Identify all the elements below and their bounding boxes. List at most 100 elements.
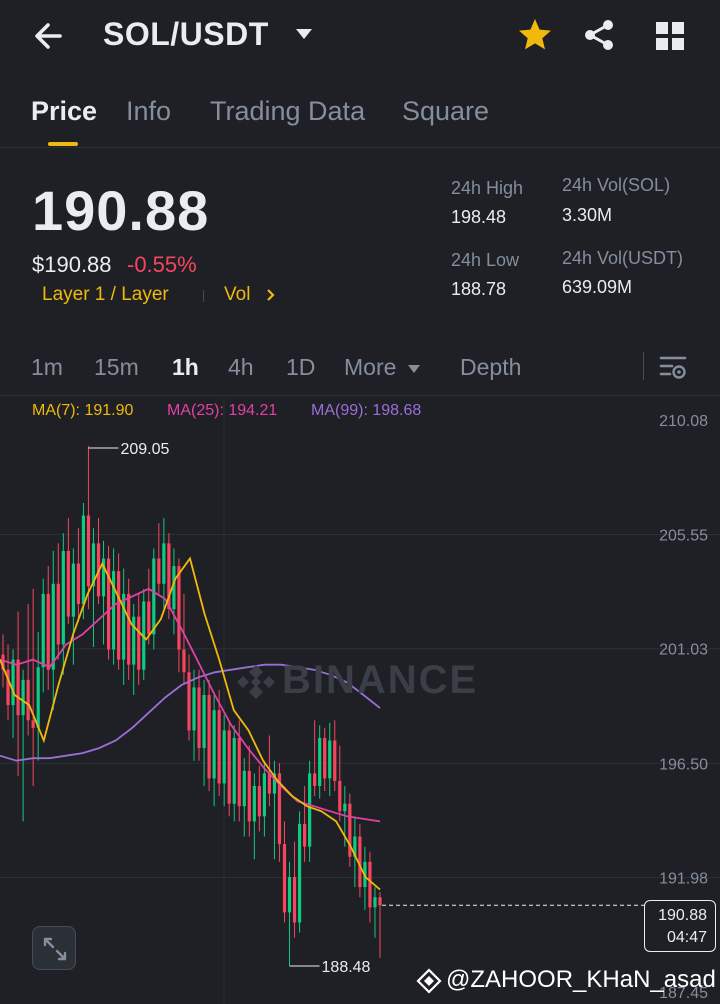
candle-body	[71, 563, 75, 617]
stat-high-value: 198.48	[451, 207, 507, 227]
stat-vol-usdt-value: 639.09M	[562, 277, 633, 297]
candle-body	[247, 770, 251, 822]
candle-body	[373, 897, 377, 908]
y-tick-label: 201.03	[659, 642, 708, 659]
candle-body	[217, 710, 221, 784]
low-annotation: 188.48	[322, 959, 371, 976]
ma7-label: MA(7): 191.90	[32, 402, 134, 419]
candle-body	[202, 695, 206, 749]
candle-body	[257, 785, 261, 817]
candle-body	[76, 563, 80, 605]
last-price: 190.88	[32, 179, 210, 242]
binance-square-logo-icon	[416, 968, 442, 994]
candle-body	[222, 730, 226, 784]
candle-body	[16, 659, 20, 716]
candle-body	[197, 687, 201, 749]
favorite-star-icon[interactable]	[516, 16, 554, 54]
candle-body	[21, 679, 25, 716]
candle-body	[127, 593, 131, 665]
last-price-tag-value: 190.88	[658, 907, 707, 924]
tab-price[interactable]: Price	[31, 96, 97, 127]
stat-low-label: 24h Low	[451, 250, 520, 270]
active-tab-indicator	[48, 142, 78, 146]
interval-1d[interactable]: 1D	[286, 354, 315, 381]
credit-handle: @ZAHOOR_KHaN_asad	[446, 966, 716, 993]
tab-square[interactable]: Square	[402, 96, 489, 127]
expand-icon	[43, 937, 67, 961]
candle-body	[36, 667, 40, 728]
tag-divider	[203, 290, 204, 302]
candle-body	[323, 737, 327, 779]
chart-settings-icon[interactable]	[658, 352, 688, 382]
candle-body	[177, 566, 181, 650]
chevron-right-icon	[266, 289, 275, 301]
caret-down-icon[interactable]	[295, 28, 313, 40]
depth-tab[interactable]: Depth	[460, 354, 521, 381]
candle-body	[267, 773, 272, 794]
candle-body	[318, 737, 322, 786]
candle-body	[26, 679, 30, 721]
candle-body	[297, 823, 302, 923]
stat-low-value: 188.78	[451, 279, 507, 299]
interval-more[interactable]: More	[344, 354, 421, 381]
candle-body	[237, 737, 241, 807]
candle-body	[338, 780, 342, 812]
candle-body	[137, 616, 141, 670]
candle-body	[147, 601, 151, 635]
vol-link[interactable]: Vol	[224, 284, 278, 306]
candle-countdown: 04:47	[666, 929, 707, 946]
price-change: -0.55%	[127, 252, 197, 277]
pair-title[interactable]: SOL/USDT	[103, 16, 269, 53]
price-usd: $190.88	[32, 252, 112, 277]
candle-body	[192, 687, 196, 731]
category-tag[interactable]: Layer 1 / Layer	[42, 284, 169, 306]
candle-body	[86, 515, 91, 587]
candle-body	[41, 593, 45, 668]
candle-body	[162, 543, 166, 584]
candle-body	[227, 730, 231, 804]
interval-1h[interactable]: 1h	[172, 354, 199, 381]
back-arrow-icon[interactable]	[30, 18, 70, 54]
y-tick-label: 191.98	[659, 870, 708, 887]
candle-body	[313, 773, 317, 786]
interval-1m[interactable]: 1m	[31, 354, 63, 381]
interval-15m[interactable]: 15m	[94, 354, 139, 381]
stat-vol-usdt-label: 24h Vol(USDT)	[562, 248, 684, 268]
tab-info[interactable]: Info	[126, 96, 171, 127]
watermark-text: BINANCE	[282, 658, 479, 702]
interval-divider	[643, 352, 644, 380]
candle-body	[292, 876, 297, 923]
candle-body	[333, 740, 337, 781]
top-bar: SOL/USDT	[0, 0, 720, 76]
candle-body	[106, 558, 111, 650]
interval-selector: 1m 15m 1h 4h 1D More Depth	[0, 340, 720, 396]
candle-body	[81, 515, 86, 605]
ma25-label: MA(25): 194.21	[167, 402, 278, 419]
caret-down-icon	[407, 364, 420, 373]
stat-high-label: 24h High	[451, 178, 524, 198]
main-tabs: Price Info Trading Data Square	[0, 90, 720, 148]
candle-body	[328, 740, 332, 779]
candle-body	[182, 649, 186, 673]
interval-more-label: More	[344, 354, 397, 380]
stat-vol-sol-label: 24h Vol(SOL)	[562, 175, 671, 195]
candle-body	[132, 616, 136, 665]
ma-legend: MA(7): 191.90 MA(25): 194.21 MA(99): 198…	[0, 398, 720, 428]
candle-body	[287, 876, 292, 913]
share-icon[interactable]	[582, 18, 616, 52]
candle-body	[252, 785, 256, 822]
y-tick-label: 196.50	[659, 756, 708, 773]
fullscreen-button[interactable]	[32, 926, 76, 970]
tab-trading-data[interactable]: Trading Data	[210, 96, 365, 127]
binance-logo-icon	[237, 665, 275, 700]
candle-body	[343, 803, 347, 812]
candle-body	[51, 583, 55, 670]
candle-body	[242, 770, 246, 807]
stat-vol-sol-value: 3.30M	[562, 205, 613, 225]
interval-4h[interactable]: 4h	[228, 354, 254, 381]
ma99-label: MA(99): 198.68	[311, 402, 422, 419]
candle-body	[308, 773, 312, 847]
candle-body	[207, 695, 211, 779]
grid-menu-icon[interactable]	[654, 20, 686, 52]
candle-body	[56, 583, 60, 645]
